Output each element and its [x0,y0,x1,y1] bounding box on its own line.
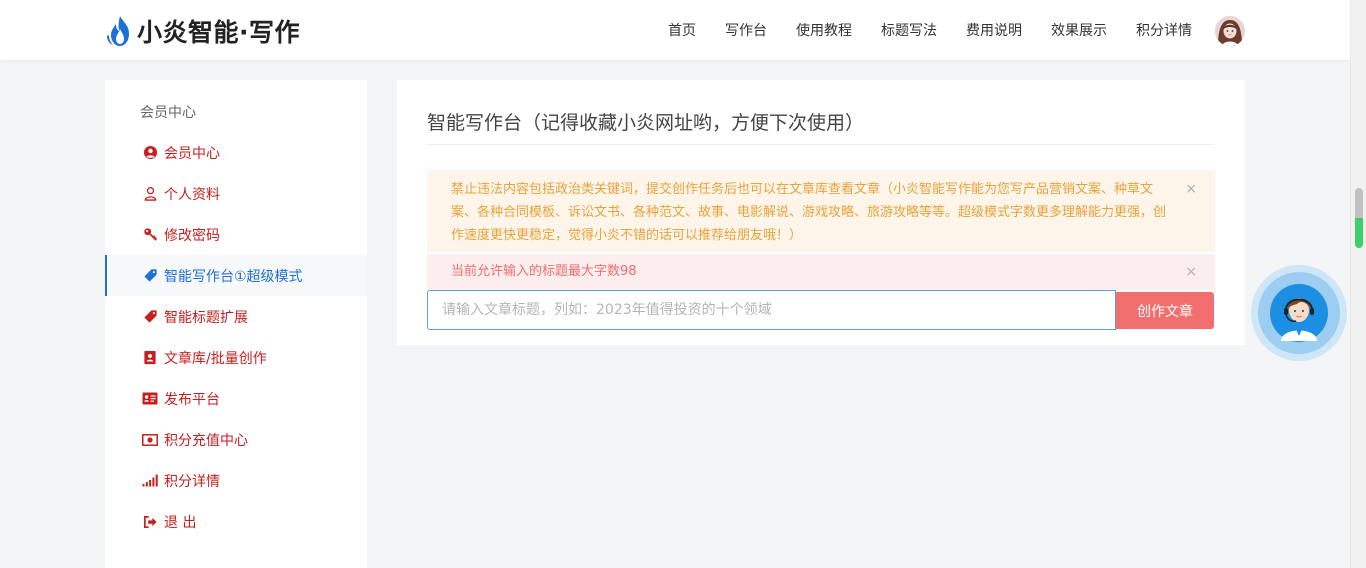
customer-service-icon [1270,284,1328,342]
avatar-image [1215,16,1245,46]
sidebar-item-logout[interactable]: 退 出 [105,501,367,542]
sidebar-item-points-detail[interactable]: 积分详情 [105,460,367,501]
user-avatar[interactable] [1215,16,1245,46]
logo[interactable]: 小炎智能·写作 [106,14,300,48]
nav-points[interactable]: 积分详情 [1136,20,1192,40]
article-title-input[interactable] [427,290,1116,330]
title-divider [427,144,1215,145]
nav-pricing[interactable]: 费用说明 [966,20,1022,40]
user-icon [142,186,158,202]
title-limit-alert: 当前允许输入的标题最大字数98 × [427,254,1215,290]
sidebar-item-profile[interactable]: 个人资料 [105,173,367,214]
customer-support-button[interactable] [1251,265,1347,361]
key-icon [142,227,158,243]
content-notice-alert: 禁止违法内容包括政治类关键词，提交创作任务后也可以在文章库查看文章（小炎智能写作… [427,170,1215,252]
member-sidebar: 会员中心 会员中心 个人资料 修改密码 智能写作台①超级模式 智能标题扩展 文章… [105,80,367,568]
sidebar-item-member-center[interactable]: 会员中心 [105,132,367,173]
nav-showcase[interactable]: 效果展示 [1051,20,1107,40]
sidebar-item-label: 智能标题扩展 [164,309,248,326]
main-nav: 首页 写作台 使用教程 标题写法 费用说明 效果展示 积分详情 [639,0,1192,60]
tag-icon [142,309,158,325]
logo-text: 小炎智能·写作 [137,18,300,47]
nav-title-writing[interactable]: 标题写法 [881,20,937,40]
contact-book-icon [142,350,158,366]
sidebar-item-change-password[interactable]: 修改密码 [105,214,367,255]
limit-text: 当前允许输入的标题最大字数98 [451,264,637,279]
notice-text: 禁止违法内容包括政治类关键词，提交创作任务后也可以在文章库查看文章（小炎智能写作… [451,182,1167,243]
sidebar-item-label: 修改密码 [164,227,220,244]
sidebar-item-article-library[interactable]: 文章库/批量创作 [105,337,367,378]
sidebar-item-label: 智能写作台①超级模式 [164,268,303,285]
tag-icon [142,268,158,284]
nav-home[interactable]: 首页 [668,20,696,40]
scrollbar-thumb[interactable] [1355,188,1363,248]
sidebar-item-label: 发布平台 [164,391,220,408]
flame-logo-icon [107,16,129,46]
close-icon[interactable]: × [1185,178,1197,201]
sidebar-item-label: 个人资料 [164,186,220,203]
sidebar-title: 会员中心 [140,105,196,121]
nav-tutorial[interactable]: 使用教程 [796,20,852,40]
writing-desk-panel: 智能写作台（记得收藏小炎网址哟，方便下次使用） 禁止违法内容包括政治类关键词，提… [397,80,1245,345]
close-icon[interactable]: × [1185,254,1197,290]
sidebar-item-title-expansion[interactable]: 智能标题扩展 [105,296,367,337]
money-icon [142,432,158,448]
id-card-icon [142,391,158,407]
sign-out-icon [142,514,158,530]
nav-writing-desk[interactable]: 写作台 [725,20,767,40]
sidebar-item-label: 退 出 [164,514,197,531]
sidebar-item-recharge[interactable]: 积分充值中心 [105,419,367,460]
top-header: 小炎智能·写作 首页 写作台 使用教程 标题写法 费用说明 效果展示 积分详情 [0,0,1350,60]
sidebar-item-publish-platform[interactable]: 发布平台 [105,378,367,419]
sidebar-item-label: 文章库/批量创作 [164,350,267,367]
create-article-button[interactable]: 创作文章 [1116,292,1214,329]
sidebar-item-label: 会员中心 [164,145,220,162]
signal-icon [142,473,158,489]
user-circle-icon [142,145,158,161]
page-scrollbar[interactable] [1350,0,1366,568]
sidebar-item-label: 积分充值中心 [164,432,248,449]
sidebar-item-label: 积分详情 [164,473,220,490]
sidebar-item-writing-desk-super[interactable]: 智能写作台①超级模式 [105,255,367,296]
page-title: 智能写作台（记得收藏小炎网址哟，方便下次使用） [427,112,865,134]
